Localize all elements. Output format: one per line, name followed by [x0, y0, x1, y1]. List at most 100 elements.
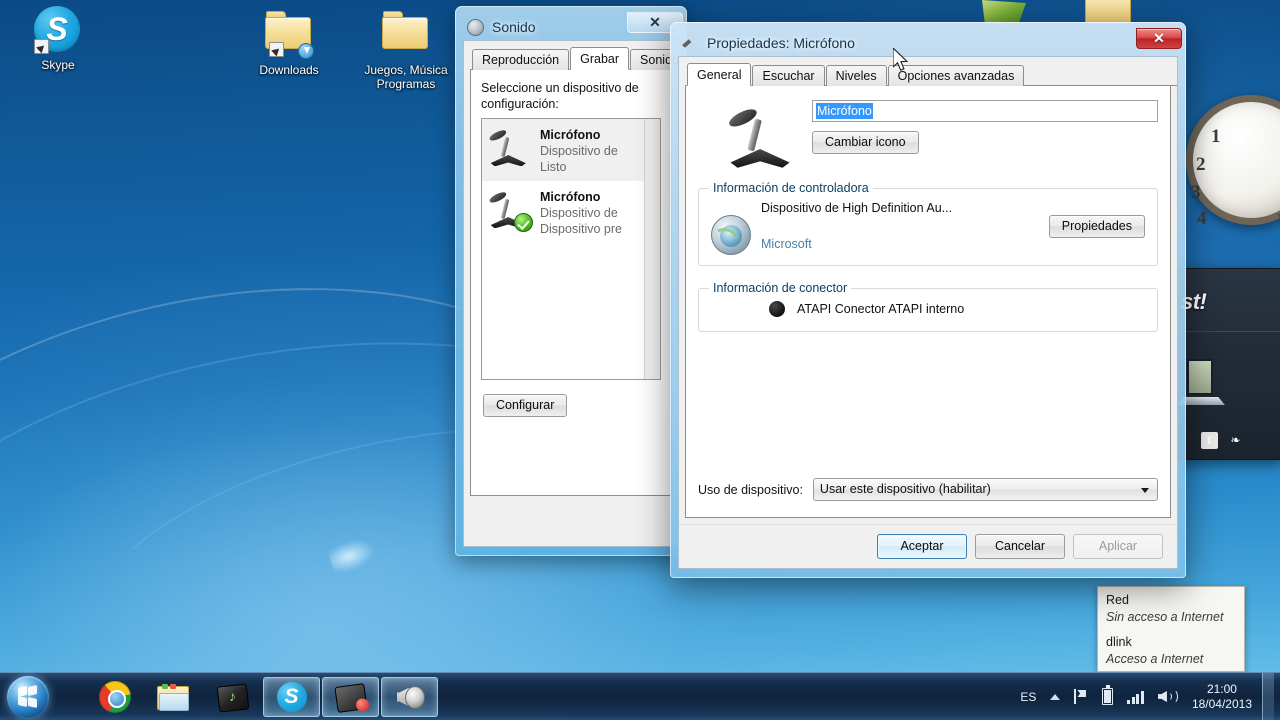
list-item[interactable]: Micrófono Dispositivo de Dispositivo pre	[482, 181, 660, 243]
desktop-icon-downloads[interactable]: Downloads	[243, 6, 335, 77]
taskbar[interactable]: S ES	[0, 672, 1280, 720]
device-type: Dispositivo de	[540, 144, 618, 158]
volume-button[interactable]	[1151, 673, 1182, 720]
controller-device-name: Dispositivo de High Definition Au...	[761, 201, 953, 215]
microphone-properties-dialog[interactable]: Propiedades: Micrófono ✕ General Escucha…	[670, 22, 1186, 578]
sound-window-body: Reproducción Grabar Sonido Seleccione un…	[463, 40, 679, 547]
properties-general-tabpage: Micrófono Cambiar icono Información de c…	[685, 86, 1171, 518]
connector-dot-icon	[769, 301, 785, 317]
microphone-icon	[488, 125, 532, 169]
microphone-icon	[488, 187, 533, 232]
monitor-icon	[1187, 359, 1213, 395]
properties-dialog-footer: Aceptar Cancelar Aplicar	[679, 524, 1177, 568]
desktop-icon-partial-folder[interactable]	[1085, 0, 1131, 24]
show-desktop-button[interactable]	[1262, 673, 1274, 720]
device-status: Listo	[540, 160, 567, 174]
tab-escuchar[interactable]: Escuchar	[752, 65, 825, 86]
mouse-cursor	[893, 48, 909, 71]
recording-device-list[interactable]: Micrófono Dispositivo de Listo Micrófono	[481, 118, 661, 380]
folder-download-icon	[265, 11, 314, 59]
apply-button[interactable]: Aplicar	[1073, 534, 1163, 559]
chrome-icon	[98, 680, 131, 713]
microphone-icon	[682, 39, 692, 48]
connector-info-title: Información de conector	[709, 281, 852, 295]
taskbar-button-dark-app[interactable]	[204, 677, 261, 717]
desktop[interactable]: S Skype Downloads Juegos, Música Program…	[0, 0, 1280, 720]
windows-logo-icon	[7, 675, 49, 718]
clock-numeral: 2	[1196, 154, 1206, 175]
desktop-icon-label: Skype	[41, 58, 75, 72]
dark-app-icon	[216, 683, 249, 713]
folder-icon	[382, 11, 430, 59]
driver-icon	[711, 215, 751, 255]
connector-name: ATAPI Conector ATAPI interno	[797, 302, 965, 316]
clock-button[interactable]: 21:00 18/04/2013	[1182, 682, 1260, 712]
battery-button[interactable]	[1095, 673, 1120, 720]
shortcut-arrow-icon	[269, 42, 284, 57]
device-status: Dispositivo pre	[540, 222, 622, 236]
network-name: Red	[1106, 593, 1129, 607]
clock-numeral: 1	[1211, 126, 1221, 147]
device-list-scrollbar[interactable]	[644, 119, 660, 379]
language-indicator[interactable]: ES	[1013, 673, 1043, 720]
device-type: Dispositivo de	[540, 206, 618, 220]
device-usage-value: Usar este dispositivo (habilitar)	[819, 482, 991, 496]
default-device-check-icon	[514, 213, 533, 232]
sound-window[interactable]: Sonido ✕ Reproducción Grabar Sonido Sele…	[455, 6, 687, 556]
download-badge-icon	[298, 43, 314, 59]
skype-icon: S	[276, 681, 307, 712]
device-usage-row: Uso de dispositivo: Usar este dispositiv…	[698, 478, 1158, 501]
sound-window-tabstrip[interactable]: Reproducción Grabar Sonido	[470, 47, 678, 70]
controller-properties-button[interactable]: Propiedades	[1048, 215, 1145, 238]
controller-info-group: Información de controladora Dispositivo …	[698, 181, 1158, 266]
tab-niveles[interactable]: Niveles	[825, 65, 887, 86]
clock-gadget[interactable]: 1 2 3 4 5	[1171, 95, 1280, 249]
volume-icon	[1157, 689, 1178, 704]
desktop-icon-skype[interactable]: S Skype	[12, 6, 104, 72]
taskbar-button-chrome[interactable]	[86, 677, 143, 717]
rss-icon[interactable]: ❧	[1227, 432, 1244, 449]
signal-bars-icon	[1127, 690, 1144, 704]
change-icon-button[interactable]: Cambiar icono	[812, 131, 919, 154]
network-button[interactable]	[1120, 673, 1151, 720]
start-button[interactable]	[3, 675, 53, 719]
speaker-icon	[395, 684, 425, 712]
tab-grabar[interactable]: Grabar	[570, 47, 630, 70]
tab-reproduccion[interactable]: Reproducción	[472, 49, 570, 70]
sound-window-titlebar[interactable]: Sonido ✕	[463, 12, 683, 40]
media-app-icon	[333, 683, 368, 713]
properties-dialog-tabstrip[interactable]: General Escuchar Niveles Opciones avanza…	[685, 63, 1177, 86]
cancel-button[interactable]: Cancelar	[975, 534, 1065, 559]
tray-date: 18/04/2013	[1191, 696, 1252, 711]
wallpaper-leaf	[326, 533, 380, 577]
desktop-icon-label: Juegos, Música Programas	[364, 63, 448, 91]
tab-general[interactable]: General	[687, 63, 752, 86]
taskbar-button-media-app[interactable]	[322, 676, 379, 717]
security-gadget[interactable]: st! f ❧	[1172, 268, 1280, 460]
network-status: Acceso a Internet	[1106, 652, 1204, 666]
taskbar-button-explorer[interactable]	[145, 677, 202, 717]
configure-button[interactable]: Configurar	[483, 394, 568, 417]
device-name-input[interactable]: Micrófono	[812, 100, 1158, 122]
desktop-icon-juegos-musica-programas[interactable]: Juegos, Música Programas	[358, 6, 454, 91]
action-center-button[interactable]	[1067, 673, 1095, 720]
system-tray[interactable]: ES 21:00 18/04/2013	[1013, 673, 1280, 720]
accept-button[interactable]: Aceptar	[877, 534, 967, 559]
show-hidden-icons-button[interactable]	[1043, 673, 1067, 720]
properties-dialog-titlebar[interactable]: Propiedades: Micrófono ✕	[678, 28, 1182, 56]
chevron-up-icon	[1050, 693, 1061, 700]
connector-info-group: Información de conector ATAPI Conector A…	[698, 281, 1158, 332]
tray-time: 21:00	[1206, 681, 1237, 696]
device-usage-select[interactable]: Usar este dispositivo (habilitar)	[812, 478, 1158, 501]
divider	[1173, 331, 1280, 332]
device-usage-label: Uso de dispositivo:	[698, 482, 803, 497]
desktop-icon-label: Downloads	[259, 63, 319, 77]
facebook-icon[interactable]: f	[1201, 432, 1218, 449]
properties-dialog-close-button[interactable]: ✕	[1136, 28, 1182, 49]
taskbar-button-skype[interactable]: S	[263, 676, 320, 717]
microphone-icon	[726, 100, 800, 172]
controller-info-title: Información de controladora	[709, 181, 873, 195]
taskbar-button-sound-app[interactable]	[381, 676, 438, 717]
explorer-icon	[156, 684, 191, 712]
list-item[interactable]: Micrófono Dispositivo de Listo	[482, 119, 660, 181]
